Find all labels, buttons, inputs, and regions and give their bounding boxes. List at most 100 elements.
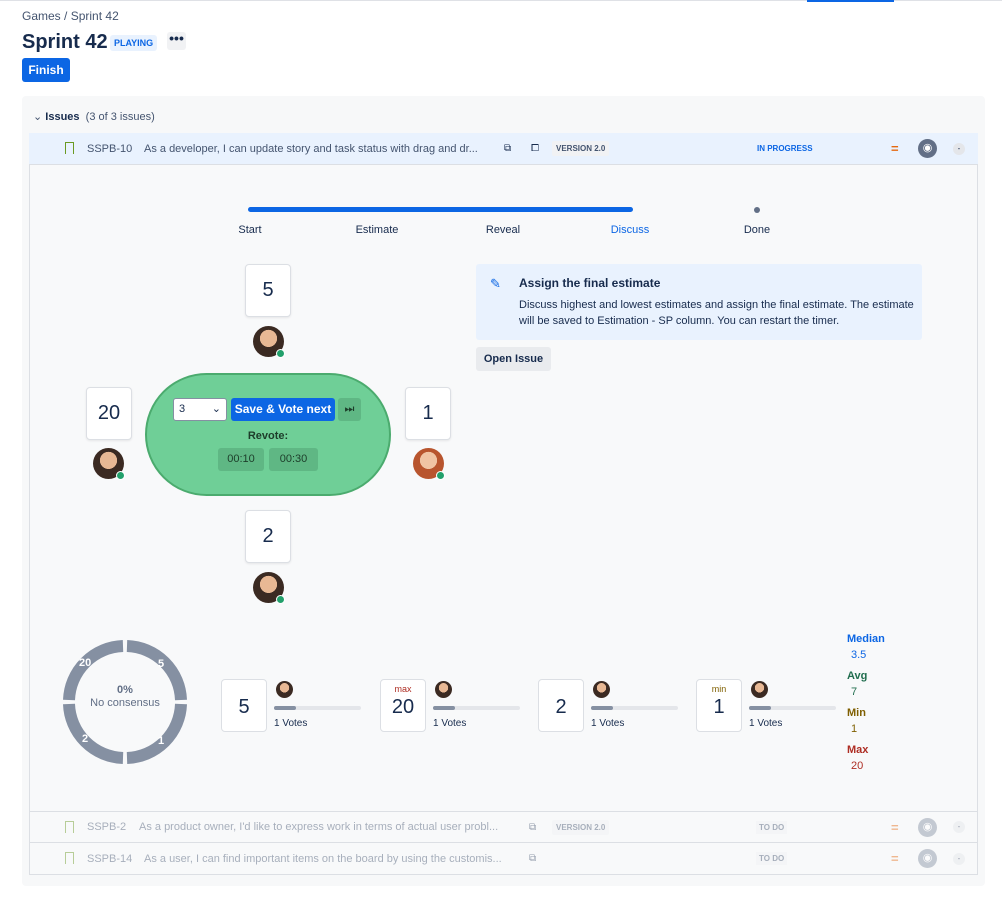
player-avatar [413,448,445,480]
status-badge: PLAYING [110,35,158,51]
issues-toggle[interactable]: ⌄ Issues (3 of 3 issues) [33,110,155,123]
story-icon [65,852,74,864]
consensus-label: No consensus [90,697,160,709]
issue-status[interactable]: TO DO [756,820,788,834]
donut-label: 2 [82,733,89,745]
voter-avatar [435,681,452,698]
more-actions-button[interactable]: ••• [167,31,186,50]
step-progress-bar [248,207,633,212]
median-label: Median [847,633,885,645]
donut-label: 5 [158,658,165,670]
issue-summary: As a developer, I can update story and t… [144,142,478,155]
revote-10s-button[interactable]: 00:10 [218,448,264,471]
assignee-avatar-icon[interactable]: ◉ [918,817,937,837]
external-link-icon[interactable]: ⧉ [529,853,536,864]
avg-value: 7 [851,686,858,698]
link-icon[interactable]: ⧠ [531,143,539,154]
vote-share-bar [749,706,836,710]
story-icon [65,142,74,154]
breadcrumb-separator: / [64,9,68,23]
min-value: 1 [851,723,858,735]
open-issue-button[interactable]: Open Issue [476,347,551,371]
player-avatar [253,326,285,358]
vote-count: 1 Votes [274,718,308,729]
version-badge: VERSION 2.0 [552,819,610,835]
issue-summary: As a user, I can find important items on… [144,852,502,865]
issue-status[interactable]: TO DO [756,852,788,865]
issue-summary: As a product owner, I'd like to express … [139,821,499,833]
online-indicator [276,349,285,358]
finish-button[interactable]: Finish [22,58,70,82]
result-tag: min [711,684,727,694]
player-card: 5 [245,264,291,317]
player-avatar [93,448,125,480]
result-value: 2 [555,696,567,718]
issue-key[interactable]: SSPB-2 [87,821,126,833]
voter-avatar [751,681,768,698]
breadcrumb-current[interactable]: Sprint 42 [71,9,119,23]
final-estimate-select[interactable]: 3 ⌄ [173,398,227,421]
step-done: Done [743,224,771,236]
median-value: 3.5 [851,649,867,661]
assignee-avatar-icon[interactable]: ◉ [918,139,937,158]
result-tag: max [394,684,412,694]
vote-share-fill [274,706,296,710]
breadcrumb: Games / Sprint 42 [22,9,119,23]
issues-count: (3 of 3 issues) [85,111,155,123]
assignee-avatar-icon[interactable]: ◉ [918,849,937,868]
external-link-icon[interactable]: ⧉ [529,822,536,833]
online-indicator [276,595,285,604]
donut-label: 20 [79,657,92,669]
issue-status[interactable]: IN PROGRESS [757,144,813,153]
priority-medium-icon: = [891,819,899,835]
priority-medium-icon: = [891,141,899,156]
step-discuss: Discuss [610,224,650,236]
vote-share-bar [274,706,361,710]
chevron-down-icon: ⌄ [211,403,221,415]
donut-segment [126,703,187,764]
voter-avatar [593,681,610,698]
info-text: Discuss highest and lowest estimates and… [519,299,914,327]
issue-key[interactable]: SSPB-10 [87,143,132,155]
top-progress-indicator [807,0,894,2]
online-indicator [436,471,445,480]
result-value: 5 [238,696,250,718]
vote-share-fill [749,706,771,710]
priority-medium-icon: = [891,851,899,866]
skip-next-icon[interactable]: ⏭ [338,398,361,421]
revote-label: Revote: [247,430,289,442]
save-vote-next-button[interactable]: Save & Vote next [231,398,335,421]
issue-row[interactable]: SSPB-14 As a user, I can find important … [29,843,978,875]
info-panel: ✎ Assign the final estimate Discuss high… [476,264,922,340]
issue-row[interactable]: SSPB-2 As a product owner, I'd like to e… [29,811,978,843]
result-value: 1 [713,696,725,718]
breadcrumb-games[interactable]: Games [22,9,61,23]
issue-key[interactable]: SSPB-14 [87,853,132,865]
estimate-value[interactable]: - [953,142,965,155]
voter-avatar [276,681,293,698]
result-card: max 20 [380,679,426,732]
issue-row-active[interactable]: SSPB-10 As a developer, I can update sto… [29,133,978,165]
vote-count: 1 Votes [591,718,625,729]
vote-share-bar [433,706,520,710]
vote-share-bar [591,706,678,710]
donut-label: 1 [158,735,165,747]
donut-segment [63,703,124,764]
online-indicator [116,471,125,480]
result-card: 5 [221,679,267,732]
consensus-percent: 0% [117,684,133,696]
max-value: 20 [851,760,864,772]
estimate-value[interactable]: - [953,852,965,865]
info-title: Assign the final estimate [519,276,661,290]
revote-30s-button[interactable]: 00:30 [269,448,318,471]
step-reveal: Reveal [485,224,521,236]
vote-share-fill [591,706,613,710]
page-title: Sprint 42 [22,31,108,53]
player-card: 2 [245,510,291,563]
estimate-value[interactable]: - [953,821,965,833]
max-label: Max [847,744,869,756]
player-card: 1 [405,387,451,440]
step-start: Start [238,224,262,236]
step-done-dot [754,207,760,213]
external-link-icon[interactable]: ⧉ [504,143,511,154]
